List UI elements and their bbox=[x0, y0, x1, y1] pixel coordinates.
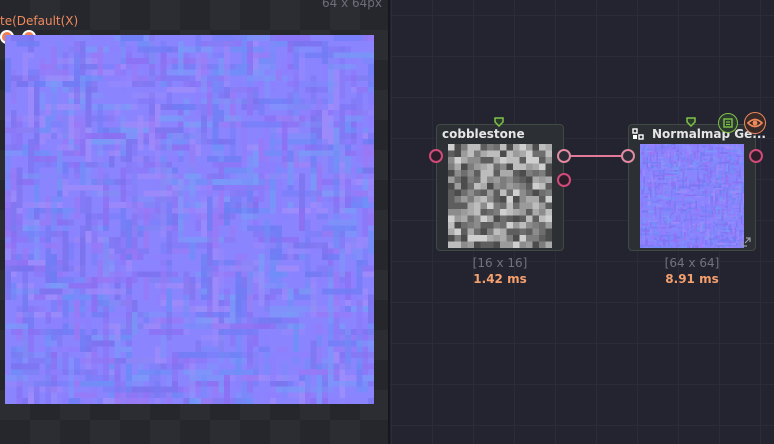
node-time-label: 8.91 ms bbox=[665, 272, 719, 286]
output-port[interactable] bbox=[557, 149, 571, 163]
preview-normalmap-image bbox=[5, 35, 374, 404]
node-cobblestone[interactable]: cobblestone bbox=[436, 124, 564, 251]
eye-icon[interactable] bbox=[744, 112, 766, 134]
input-port[interactable] bbox=[621, 149, 635, 163]
node-title: cobblestone bbox=[442, 127, 525, 141]
output-port[interactable] bbox=[749, 149, 763, 163]
node-graph[interactable]: cobblestone [16 x 16] 1.42 ms Normalmap … bbox=[390, 0, 774, 444]
preview-overlay-label: te(Default(X) bbox=[0, 14, 79, 28]
node-normalmap-generator[interactable]: Normalmap Ge... bbox=[628, 124, 766, 251]
node-thumbnail bbox=[448, 144, 552, 248]
input-port[interactable] bbox=[429, 149, 443, 163]
node-size-label: [16 x 16] bbox=[472, 256, 528, 270]
image-export-icon[interactable] bbox=[718, 113, 738, 133]
preview-size-label: 64 x 64px bbox=[322, 0, 382, 10]
node-thumbnail bbox=[640, 144, 744, 248]
input-port-top[interactable] bbox=[494, 117, 504, 127]
node-time-label: 1.42 ms bbox=[473, 272, 527, 286]
generator-icon bbox=[632, 128, 644, 140]
preview-panel[interactable]: 64 x 64px te(Default(X) bbox=[0, 0, 388, 444]
node-size-label: [64 x 64] bbox=[664, 256, 720, 270]
expand-icon[interactable] bbox=[741, 237, 751, 247]
input-port-top[interactable] bbox=[686, 117, 696, 127]
output-port-secondary[interactable] bbox=[557, 173, 571, 187]
